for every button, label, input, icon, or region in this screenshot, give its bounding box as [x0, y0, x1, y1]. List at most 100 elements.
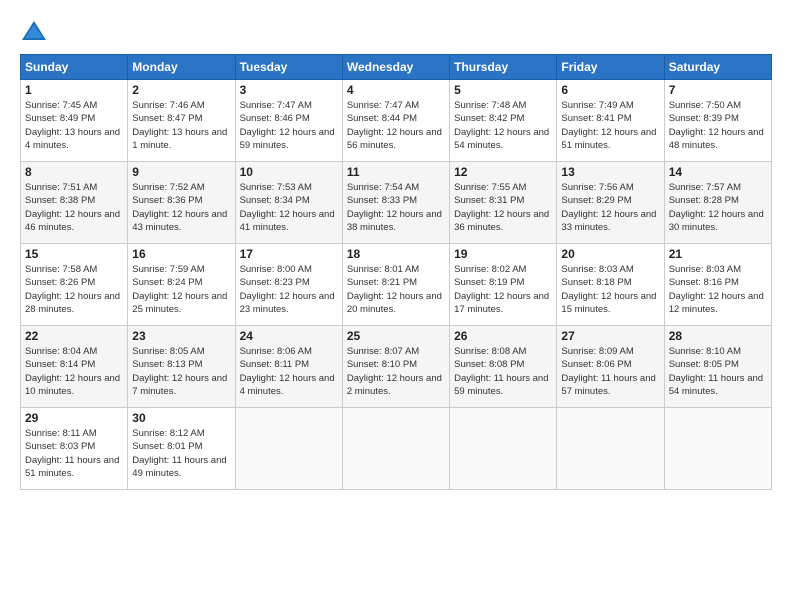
calendar-header-row: SundayMondayTuesdayWednesdayThursdayFrid…	[21, 55, 772, 80]
calendar-cell: 1Sunrise: 7:45 AMSunset: 8:49 PMDaylight…	[21, 80, 128, 162]
calendar-header-sunday: Sunday	[21, 55, 128, 80]
calendar-cell: 3 Sunrise: 7:47 AMSunset: 8:46 PMDaylight…	[235, 80, 342, 162]
day-info: Sunrise: 8:00 AMSunset: 8:23 PMDaylight:…	[240, 263, 338, 316]
day-info: Sunrise: 7:48 AMSunset: 8:42 PMDaylight:…	[454, 99, 552, 152]
day-number: 30	[132, 411, 230, 425]
day-info: Sunrise: 8:11 AMSunset: 8:03 PMDaylight:…	[25, 427, 123, 480]
day-info: Sunrise: 7:55 AMSunset: 8:31 PMDaylight:…	[454, 181, 552, 234]
day-info: Sunrise: 7:49 AMSunset: 8:41 PMDaylight:…	[561, 99, 659, 152]
calendar-cell: 7Sunrise: 7:50 AMSunset: 8:39 PMDaylight…	[664, 80, 771, 162]
day-info: Sunrise: 7:53 AMSunset: 8:34 PMDaylight:…	[240, 181, 338, 234]
day-info: Sunrise: 7:56 AMSunset: 8:29 PMDaylight:…	[561, 181, 659, 234]
day-info: Sunrise: 8:04 AMSunset: 8:14 PMDaylight:…	[25, 345, 123, 398]
calendar-cell: 6 Sunrise: 7:49 AMSunset: 8:41 PMDaylight…	[557, 80, 664, 162]
day-info: Sunrise: 7:52 AMSunset: 8:36 PMDaylight:…	[132, 181, 230, 234]
calendar-cell: 8Sunrise: 7:51 AMSunset: 8:38 PMDaylight…	[21, 162, 128, 244]
page: SundayMondayTuesdayWednesdayThursdayFrid…	[0, 0, 792, 500]
day-info: Sunrise: 8:01 AMSunset: 8:21 PMDaylight:…	[347, 263, 445, 316]
calendar-cell: 14 Sunrise: 7:57 AMSunset: 8:28 PMDayligh…	[664, 162, 771, 244]
calendar-cell	[664, 408, 771, 490]
calendar-cell: 23 Sunrise: 8:05 AMSunset: 8:13 PMDayligh…	[128, 326, 235, 408]
day-info: Sunrise: 8:05 AMSunset: 8:13 PMDaylight:…	[132, 345, 230, 398]
day-info: Sunrise: 7:46 AMSunset: 8:47 PMDaylight:…	[132, 99, 230, 152]
day-info: Sunrise: 8:09 AMSunset: 8:06 PMDaylight:…	[561, 345, 659, 398]
day-number: 16	[132, 247, 230, 261]
day-info: Sunrise: 7:45 AMSunset: 8:49 PMDaylight:…	[25, 99, 123, 152]
calendar-header-monday: Monday	[128, 55, 235, 80]
calendar-cell	[557, 408, 664, 490]
calendar-cell: 16 Sunrise: 7:59 AMSunset: 8:24 PMDayligh…	[128, 244, 235, 326]
day-number: 18	[347, 247, 445, 261]
day-number: 29	[25, 411, 123, 425]
calendar-cell: 25 Sunrise: 8:07 AMSunset: 8:10 PMDayligh…	[342, 326, 449, 408]
day-info: Sunrise: 7:51 AMSunset: 8:38 PMDaylight:…	[25, 181, 123, 234]
day-number: 13	[561, 165, 659, 179]
calendar-cell: 12 Sunrise: 7:55 AMSunset: 8:31 PMDayligh…	[450, 162, 557, 244]
day-info: Sunrise: 7:59 AMSunset: 8:24 PMDaylight:…	[132, 263, 230, 316]
day-number: 17	[240, 247, 338, 261]
calendar-cell: 27Sunrise: 8:09 AMSunset: 8:06 PMDayligh…	[557, 326, 664, 408]
calendar-cell: 29 Sunrise: 8:11 AMSunset: 8:03 PMDayligh…	[21, 408, 128, 490]
calendar-cell: 24Sunrise: 8:06 AMSunset: 8:11 PMDayligh…	[235, 326, 342, 408]
calendar-cell: 2 Sunrise: 7:46 AMSunset: 8:47 PMDaylight…	[128, 80, 235, 162]
day-number: 25	[347, 329, 445, 343]
calendar-cell: 13 Sunrise: 7:56 AMSunset: 8:29 PMDayligh…	[557, 162, 664, 244]
logo-icon	[20, 18, 48, 46]
day-number: 5	[454, 83, 552, 97]
day-number: 21	[669, 247, 767, 261]
day-info: Sunrise: 7:47 AMSunset: 8:44 PMDaylight:…	[347, 99, 445, 152]
day-info: Sunrise: 8:06 AMSunset: 8:11 PMDaylight:…	[240, 345, 338, 398]
calendar-cell: 28 Sunrise: 8:10 AMSunset: 8:05 PMDayligh…	[664, 326, 771, 408]
calendar-week-row: 15 Sunrise: 7:58 AMSunset: 8:26 PMDayligh…	[21, 244, 772, 326]
day-number: 2	[132, 83, 230, 97]
calendar-cell: 4Sunrise: 7:47 AMSunset: 8:44 PMDaylight…	[342, 80, 449, 162]
calendar-body: 1Sunrise: 7:45 AMSunset: 8:49 PMDaylight…	[21, 80, 772, 490]
calendar-week-row: 1Sunrise: 7:45 AMSunset: 8:49 PMDaylight…	[21, 80, 772, 162]
day-number: 9	[132, 165, 230, 179]
day-number: 26	[454, 329, 552, 343]
calendar-week-row: 29 Sunrise: 8:11 AMSunset: 8:03 PMDayligh…	[21, 408, 772, 490]
day-info: Sunrise: 7:50 AMSunset: 8:39 PMDaylight:…	[669, 99, 767, 152]
day-number: 22	[25, 329, 123, 343]
calendar-header-saturday: Saturday	[664, 55, 771, 80]
day-number: 19	[454, 247, 552, 261]
calendar-cell: 10Sunrise: 7:53 AMSunset: 8:34 PMDayligh…	[235, 162, 342, 244]
calendar-cell: 17 Sunrise: 8:00 AMSunset: 8:23 PMDayligh…	[235, 244, 342, 326]
calendar-cell: 22 Sunrise: 8:04 AMSunset: 8:14 PMDayligh…	[21, 326, 128, 408]
calendar-cell: 19 Sunrise: 8:02 AMSunset: 8:19 PMDayligh…	[450, 244, 557, 326]
calendar-table: SundayMondayTuesdayWednesdayThursdayFrid…	[20, 54, 772, 490]
day-info: Sunrise: 8:10 AMSunset: 8:05 PMDaylight:…	[669, 345, 767, 398]
day-number: 11	[347, 165, 445, 179]
day-number: 23	[132, 329, 230, 343]
day-number: 3	[240, 83, 338, 97]
calendar-cell	[450, 408, 557, 490]
calendar-cell: 15 Sunrise: 7:58 AMSunset: 8:26 PMDayligh…	[21, 244, 128, 326]
day-number: 20	[561, 247, 659, 261]
calendar-cell: 21Sunrise: 8:03 AMSunset: 8:16 PMDayligh…	[664, 244, 771, 326]
calendar-cell: 9 Sunrise: 7:52 AMSunset: 8:36 PMDaylight…	[128, 162, 235, 244]
day-number: 14	[669, 165, 767, 179]
day-info: Sunrise: 7:58 AMSunset: 8:26 PMDaylight:…	[25, 263, 123, 316]
day-number: 12	[454, 165, 552, 179]
day-info: Sunrise: 7:47 AMSunset: 8:46 PMDaylight:…	[240, 99, 338, 152]
calendar-cell	[235, 408, 342, 490]
day-info: Sunrise: 8:03 AMSunset: 8:18 PMDaylight:…	[561, 263, 659, 316]
calendar-cell: 18 Sunrise: 8:01 AMSunset: 8:21 PMDayligh…	[342, 244, 449, 326]
calendar-cell: 20 Sunrise: 8:03 AMSunset: 8:18 PMDayligh…	[557, 244, 664, 326]
calendar-week-row: 8Sunrise: 7:51 AMSunset: 8:38 PMDaylight…	[21, 162, 772, 244]
day-info: Sunrise: 8:02 AMSunset: 8:19 PMDaylight:…	[454, 263, 552, 316]
calendar-cell	[342, 408, 449, 490]
calendar-header-friday: Friday	[557, 55, 664, 80]
day-info: Sunrise: 8:12 AMSunset: 8:01 PMDaylight:…	[132, 427, 230, 480]
day-info: Sunrise: 8:08 AMSunset: 8:08 PMDaylight:…	[454, 345, 552, 398]
calendar-header-wednesday: Wednesday	[342, 55, 449, 80]
calendar-cell: 11 Sunrise: 7:54 AMSunset: 8:33 PMDayligh…	[342, 162, 449, 244]
day-info: Sunrise: 7:54 AMSunset: 8:33 PMDaylight:…	[347, 181, 445, 234]
day-info: Sunrise: 7:57 AMSunset: 8:28 PMDaylight:…	[669, 181, 767, 234]
day-number: 6	[561, 83, 659, 97]
header-area	[20, 18, 772, 46]
day-number: 15	[25, 247, 123, 261]
calendar-week-row: 22 Sunrise: 8:04 AMSunset: 8:14 PMDayligh…	[21, 326, 772, 408]
day-number: 28	[669, 329, 767, 343]
day-info: Sunrise: 8:07 AMSunset: 8:10 PMDaylight:…	[347, 345, 445, 398]
